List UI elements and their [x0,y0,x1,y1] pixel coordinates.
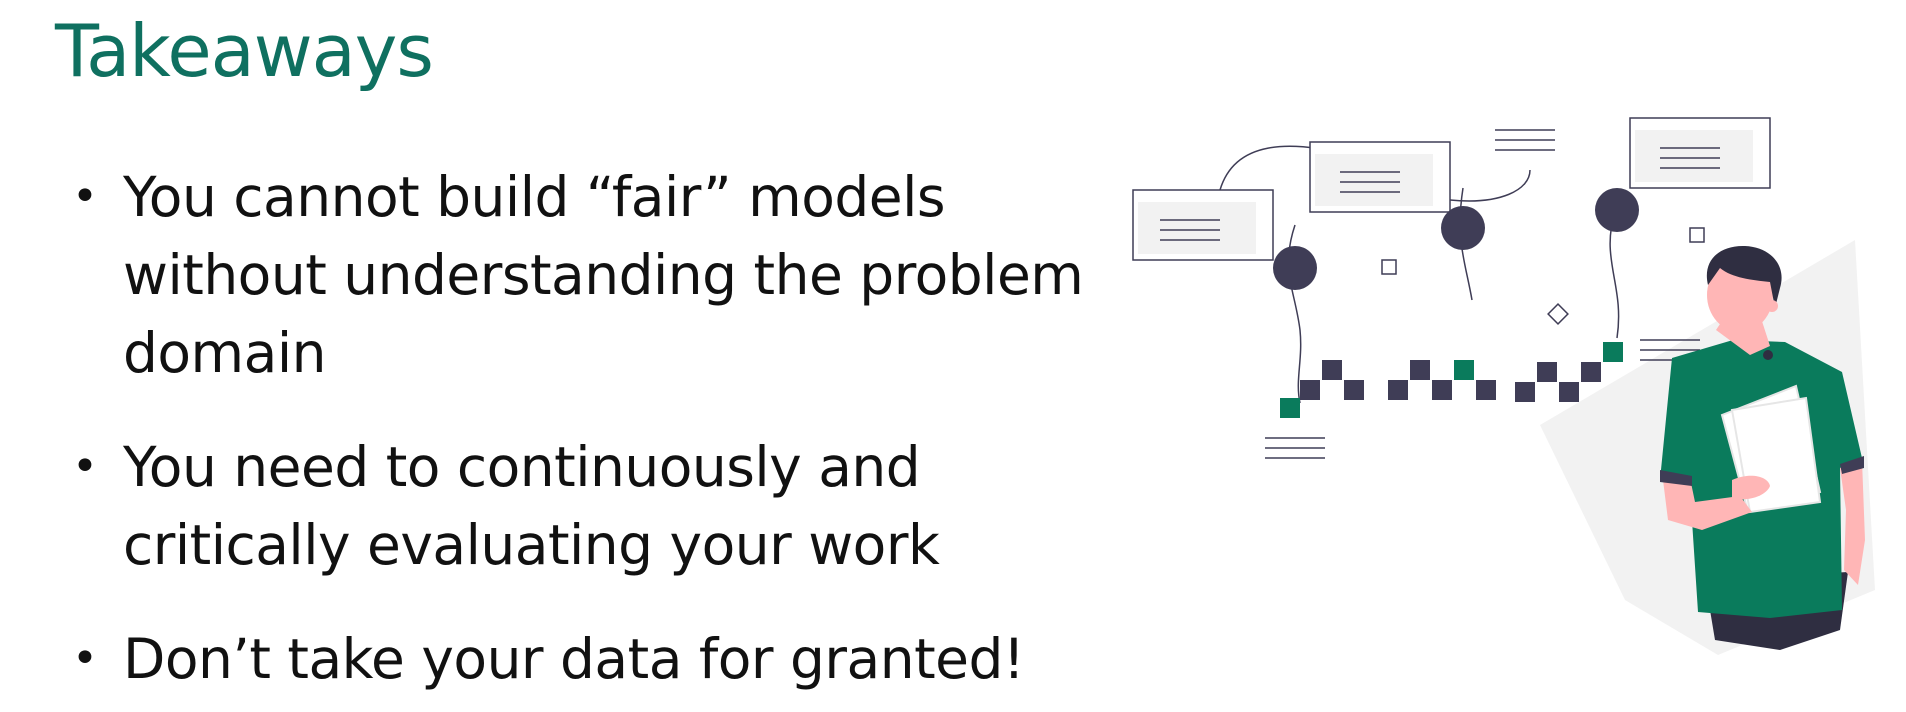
bullet-dot-icon: • [72,171,98,222]
bullet-list: • You cannot build “fair” models without… [70,158,1130,698]
person-with-flowchart-illustration-icon [1132,117,1875,655]
bullet-text: You need to continuously and critically … [123,435,940,577]
bullet-text: Don’t take your data for granted! [123,627,1025,691]
bullet-item: • You need to continuously and criticall… [70,428,1130,584]
bullet-dot-icon: • [72,633,98,684]
bullet-dot-icon: • [72,441,98,492]
bullet-item: • You cannot build “fair” models without… [70,158,1130,392]
bullet-item: • Don’t take your data for granted! [70,620,1130,698]
slide-title: Takeaways [55,9,434,93]
bullet-text: You cannot build “fair” models without u… [123,165,1084,385]
